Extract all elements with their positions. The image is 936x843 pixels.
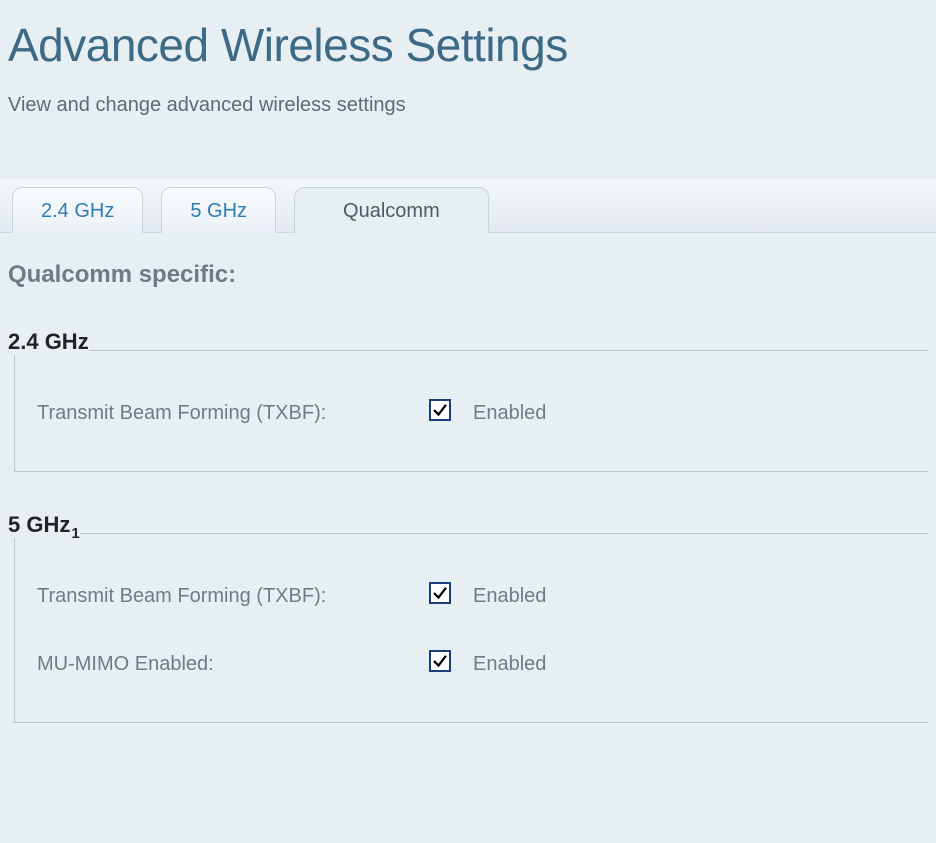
band-24ghz-body: Transmit Beam Forming (TXBF): Enabled [14,355,928,472]
check-icon [431,652,449,670]
divider-line [89,350,928,351]
page-subtitle: View and change advanced wireless settin… [8,94,928,117]
band-24ghz-block: 2.4 GHz Transmit Beam Forming (TXBF): En… [8,329,928,472]
row-24-txbf: Transmit Beam Forming (TXBF): Enabled [37,393,928,433]
band-5ghz-header: 5 GHz 1 [8,512,928,538]
band-5ghz-label: 5 GHz [8,512,70,538]
tab-5ghz[interactable]: 5 GHz [161,187,276,233]
label-5-mumimo: MU-MIMO Enabled: [37,653,429,676]
band-5ghz-block: 5 GHz 1 Transmit Beam Forming (TXBF): En… [8,512,928,723]
label-5-txbf: Transmit Beam Forming (TXBF): [37,585,429,608]
row-5-mumimo: MU-MIMO Enabled: Enabled [37,644,928,684]
check-icon [431,584,449,602]
tab-24ghz[interactable]: 2.4 GHz [12,187,143,233]
page-header: Advanced Wireless Settings View and chan… [0,0,936,117]
label-24-txbf: Transmit Beam Forming (TXBF): [37,402,429,425]
value-5-txbf: Enabled [473,585,546,608]
checkbox-24-txbf[interactable] [429,399,451,421]
band-24ghz-header: 2.4 GHz [8,329,928,355]
band-5ghz-subscript: 1 [71,525,79,542]
section-title: Qualcomm specific: [8,261,928,289]
checkbox-5-mumimo[interactable] [429,650,451,672]
tab-content: Qualcomm specific: 2.4 GHz Transmit Beam… [0,233,936,723]
value-5-mumimo: Enabled [473,653,546,676]
checkbox-5-txbf[interactable] [429,582,451,604]
check-icon [431,401,449,419]
tab-bar: 2.4 GHz 5 GHz Qualcomm [0,179,936,233]
tab-qualcomm[interactable]: Qualcomm [294,187,489,233]
value-24-txbf: Enabled [473,402,546,425]
divider-line [80,533,928,534]
band-24ghz-label: 2.4 GHz [8,329,89,355]
row-5-txbf: Transmit Beam Forming (TXBF): Enabled [37,576,928,616]
page-title: Advanced Wireless Settings [8,18,928,72]
band-5ghz-body: Transmit Beam Forming (TXBF): Enabled MU… [14,538,928,723]
